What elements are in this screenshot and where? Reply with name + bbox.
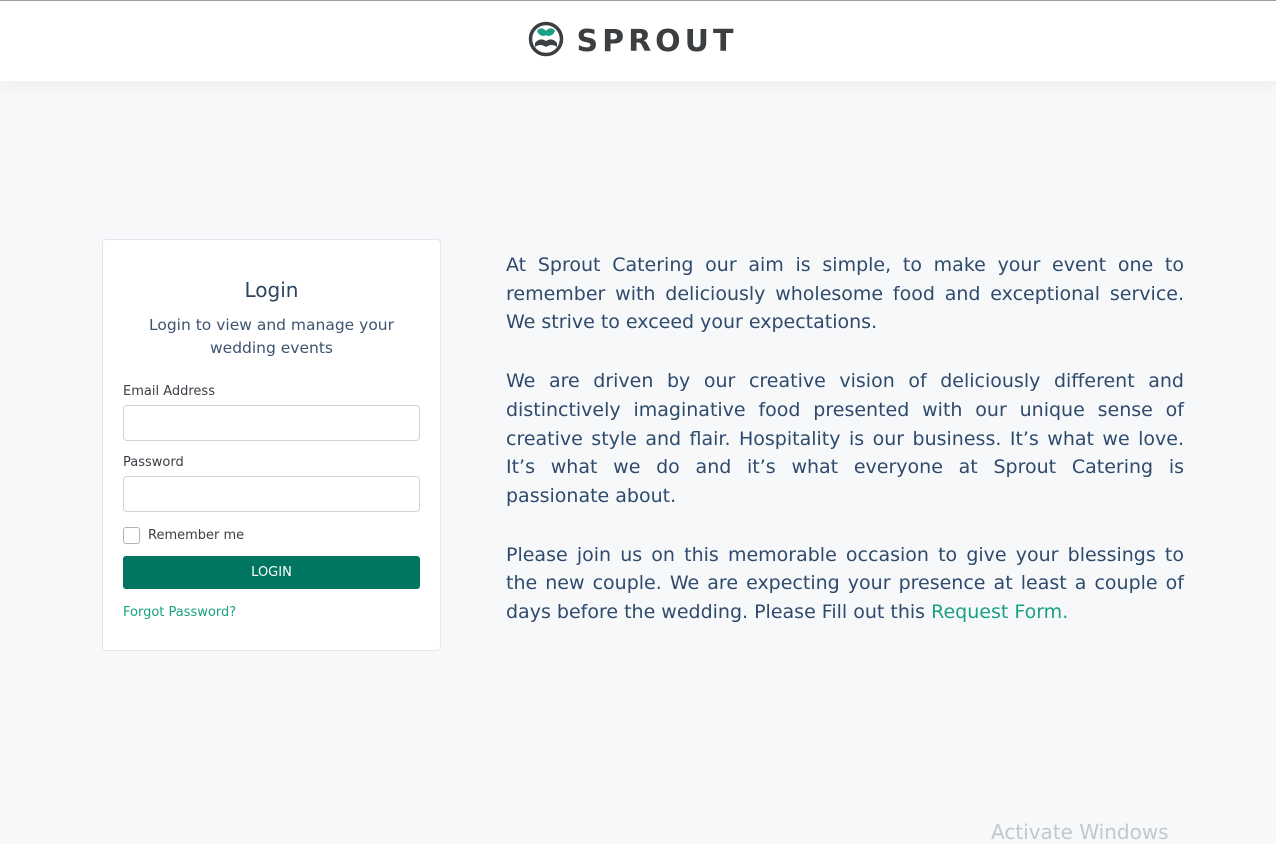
activate-windows-watermark: Activate Windows [991,820,1169,844]
intro-paragraph-3-text: Please join us on this memorable occasio… [506,543,1184,624]
email-label: Email Address [123,384,215,399]
forgot-password-link[interactable]: Forgot Password? [123,605,420,620]
intro-content: At Sprout Catering our aim is simple, to… [506,251,1184,657]
login-title: Login [244,278,299,302]
email-field[interactable] [123,405,420,441]
site-header: SPROUT [0,1,1276,81]
login-subtitle: Login to view and manage your wedding ev… [148,316,394,357]
login-button[interactable]: LOGIN [123,556,420,589]
intro-paragraph-1: At Sprout Catering our aim is simple, to… [506,254,1184,334]
password-field[interactable] [123,476,420,512]
request-form-link[interactable]: Request Form. [931,601,1068,623]
password-label: Password [123,455,184,470]
remember-me-label[interactable]: Remember me [148,528,244,543]
remember-me-checkbox[interactable] [123,527,140,544]
login-card: Login Login to view and manage your wedd… [102,239,441,651]
sprout-logo-icon [528,21,564,61]
brand-logo[interactable]: SPROUT [528,21,737,61]
intro-paragraph-3: Please join us on this memorable occasio… [506,541,1184,627]
brand-name: SPROUT [576,23,738,59]
intro-paragraph-2: We are driven by our creative vision of … [506,370,1184,507]
remember-me-row[interactable]: Remember me [123,527,420,544]
